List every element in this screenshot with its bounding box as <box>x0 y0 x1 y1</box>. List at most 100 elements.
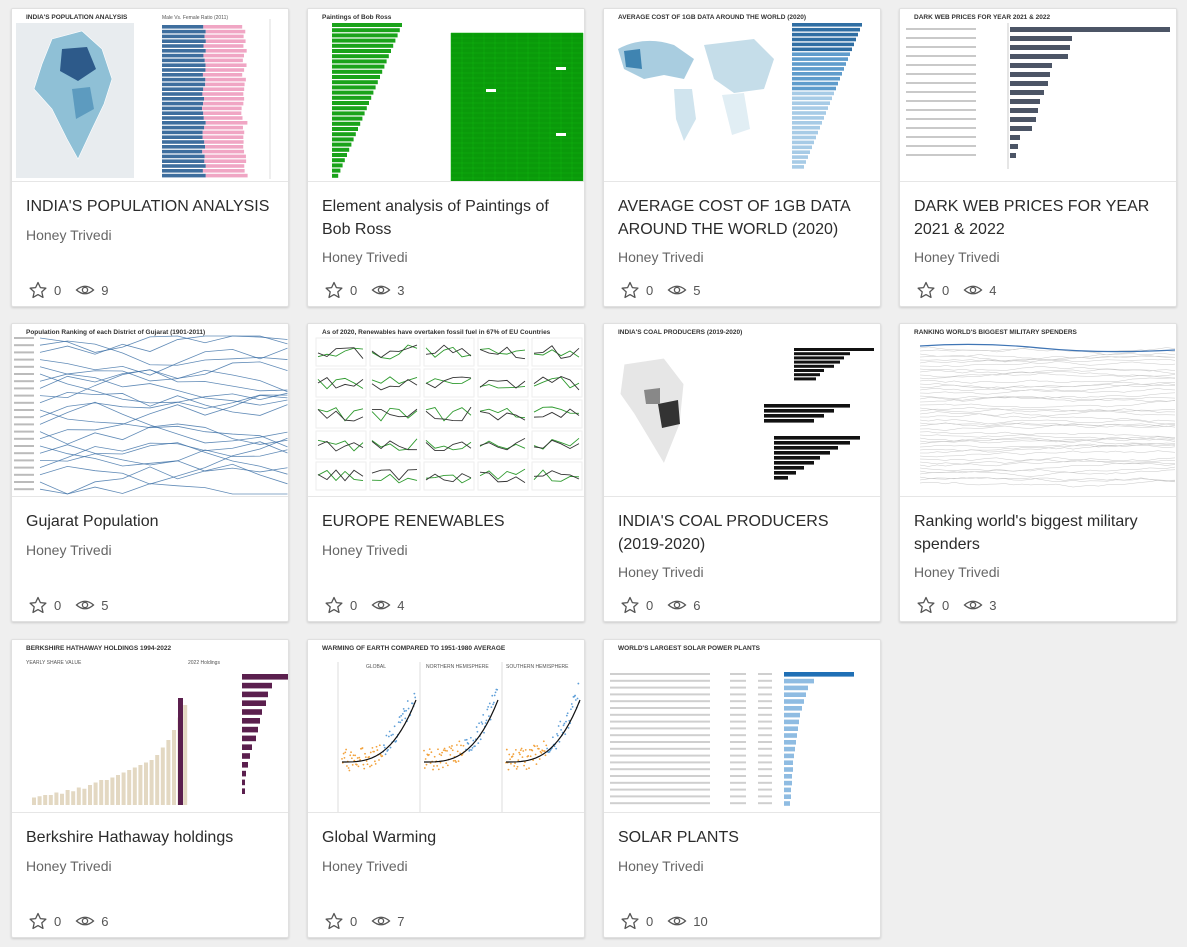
viz-title[interactable]: Ranking world's biggest military spender… <box>914 510 1162 556</box>
star-outline-icon[interactable] <box>620 596 640 614</box>
thumbnail-caption: As of 2020, Renewables have overtaken fo… <box>322 329 551 336</box>
viz-author[interactable]: Honey Trivedi <box>618 564 704 580</box>
viz-card[interactable]: BERKSHIRE HATHAWAY HOLDINGS 1994-2022 YEA… <box>11 639 289 938</box>
viz-author[interactable]: Honey Trivedi <box>618 249 704 265</box>
thumbnail-caption: INDIA'S POPULATION ANALYSIS <box>26 14 128 21</box>
viz-title[interactable]: Gujarat Population <box>26 510 274 533</box>
eye-icon <box>963 596 983 614</box>
thumbnail-caption: AVERAGE COST OF 1GB DATA AROUND THE WORL… <box>618 14 806 21</box>
star-outline-icon[interactable] <box>620 281 640 299</box>
viz-card[interactable]: Paintings of Bob Ross Element analysis of… <box>307 8 585 307</box>
viz-thumbnail[interactable]: As of 2020, Renewables have overtaken fo… <box>308 324 584 497</box>
thumbnail-caption: WARMING OF EARTH COMPARED TO 1951-1980 A… <box>322 645 506 652</box>
favorite-count: 0 <box>646 913 654 929</box>
viz-thumbnail[interactable]: WARMING OF EARTH COMPARED TO 1951-1980 A… <box>308 640 584 813</box>
viz-card[interactable]: As of 2020, Renewables have overtaken fo… <box>307 323 585 622</box>
view-count: 6 <box>101 913 109 929</box>
favorite-count: 0 <box>942 282 950 298</box>
viz-thumbnail[interactable]: RANKING WORLD'S BIGGEST MILITARY SPENDER… <box>900 324 1176 497</box>
viz-thumbnail[interactable]: INDIA'S POPULATION ANALYSIS Male Vs. Fema… <box>12 9 288 182</box>
star-outline-icon[interactable] <box>28 281 48 299</box>
thumbnail-caption: Population Ranking of each District of G… <box>26 329 205 336</box>
view-count: 9 <box>101 282 109 298</box>
star-outline-icon[interactable] <box>324 596 344 614</box>
viz-card[interactable]: INDIA'S POPULATION ANALYSIS Male Vs. Fema… <box>11 8 289 307</box>
eye-icon <box>667 912 687 930</box>
thumbnail-subcaption: GLOBAL <box>366 664 386 670</box>
viz-title[interactable]: INDIA'S COAL PRODUCERS (2019-2020) <box>618 510 866 556</box>
favorite-count: 0 <box>942 597 950 613</box>
viz-card[interactable]: RANKING WORLD'S BIGGEST MILITARY SPENDER… <box>899 323 1177 622</box>
eye-icon <box>75 281 95 299</box>
viz-author[interactable]: Honey Trivedi <box>322 858 408 874</box>
viz-author[interactable]: Honey Trivedi <box>914 564 1000 580</box>
favorite-count: 0 <box>350 597 358 613</box>
viz-card[interactable]: AVERAGE COST OF 1GB DATA AROUND THE WORL… <box>603 8 881 307</box>
viz-thumbnail[interactable]: DARK WEB PRICES FOR YEAR 2021 & 2022 <box>900 9 1176 182</box>
favorite-count: 0 <box>350 282 358 298</box>
thumbnail-subcaption-3: SOUTHERN HEMISPHERE <box>506 664 569 670</box>
viz-title[interactable]: EUROPE RENEWABLES <box>322 510 570 533</box>
view-count: 4 <box>397 597 405 613</box>
star-outline-icon[interactable] <box>324 281 344 299</box>
view-count: 5 <box>693 282 701 298</box>
viz-title[interactable]: DARK WEB PRICES FOR YEAR 2021 & 2022 <box>914 195 1162 241</box>
viz-stats: 04 <box>916 281 1010 299</box>
viz-title[interactable]: INDIA'S POPULATION ANALYSIS <box>26 195 274 218</box>
viz-card[interactable]: WORLD'S LARGEST SOLAR POWER PLANTS SOLAR … <box>603 639 881 938</box>
viz-title[interactable]: AVERAGE COST OF 1GB DATA AROUND THE WORL… <box>618 195 866 241</box>
viz-stats: 09 <box>28 281 122 299</box>
viz-thumbnail[interactable]: Paintings of Bob Ross <box>308 9 584 182</box>
star-outline-icon[interactable] <box>916 596 936 614</box>
viz-title[interactable]: Berkshire Hathaway holdings <box>26 826 274 849</box>
viz-title[interactable]: Global Warming <box>322 826 570 849</box>
favorite-count: 0 <box>646 597 654 613</box>
viz-author[interactable]: Honey Trivedi <box>26 227 112 243</box>
thumbnail-caption: DARK WEB PRICES FOR YEAR 2021 & 2022 <box>914 14 1050 21</box>
viz-card[interactable]: Population Ranking of each District of G… <box>11 323 289 622</box>
viz-card[interactable]: INDIA'S COAL PRODUCERS (2019-2020) INDIA'… <box>603 323 881 622</box>
star-outline-icon[interactable] <box>620 912 640 930</box>
viz-stats: 03 <box>324 281 418 299</box>
viz-author[interactable]: Honey Trivedi <box>322 249 408 265</box>
favorite-count: 0 <box>54 597 62 613</box>
thumbnail-subcaption-2: NORTHERN HEMISPHERE <box>426 664 489 670</box>
viz-author[interactable]: Honey Trivedi <box>914 249 1000 265</box>
eye-icon <box>371 912 391 930</box>
thumbnail-caption: Paintings of Bob Ross <box>322 14 392 21</box>
viz-title[interactable]: Element analysis of Paintings of Bob Ros… <box>322 195 570 241</box>
viz-gallery-grid: INDIA'S POPULATION ANALYSIS Male Vs. Fema… <box>0 0 1187 947</box>
viz-thumbnail[interactable]: BERKSHIRE HATHAWAY HOLDINGS 1994-2022 YEA… <box>12 640 288 813</box>
view-count: 3 <box>989 597 997 613</box>
viz-author[interactable]: Honey Trivedi <box>618 858 704 874</box>
viz-author[interactable]: Honey Trivedi <box>26 858 112 874</box>
viz-thumbnail[interactable]: WORLD'S LARGEST SOLAR POWER PLANTS <box>604 640 880 813</box>
viz-stats: 04 <box>324 596 418 614</box>
thumbnail-subcaption: YEARLY SHARE VALUE <box>26 660 82 666</box>
thumbnail-subcaption: Male Vs. Female Ratio (2011) <box>162 15 228 21</box>
viz-card[interactable]: WARMING OF EARTH COMPARED TO 1951-1980 A… <box>307 639 585 938</box>
viz-thumbnail[interactable]: AVERAGE COST OF 1GB DATA AROUND THE WORL… <box>604 9 880 182</box>
star-outline-icon[interactable] <box>324 912 344 930</box>
eye-icon <box>963 281 983 299</box>
viz-author[interactable]: Honey Trivedi <box>26 542 112 558</box>
viz-card[interactable]: DARK WEB PRICES FOR YEAR 2021 & 2022 DARK… <box>899 8 1177 307</box>
view-count: 7 <box>397 913 405 929</box>
viz-stats: 05 <box>28 596 122 614</box>
viz-author[interactable]: Honey Trivedi <box>322 542 408 558</box>
star-outline-icon[interactable] <box>28 596 48 614</box>
view-count: 4 <box>989 282 997 298</box>
favorite-count: 0 <box>350 913 358 929</box>
viz-thumbnail[interactable]: Population Ranking of each District of G… <box>12 324 288 497</box>
eye-icon <box>371 596 391 614</box>
favorite-count: 0 <box>54 282 62 298</box>
viz-stats: 06 <box>28 912 122 930</box>
thumbnail-caption: INDIA'S COAL PRODUCERS (2019-2020) <box>618 329 742 336</box>
star-outline-icon[interactable] <box>916 281 936 299</box>
viz-title[interactable]: SOLAR PLANTS <box>618 826 866 849</box>
viz-thumbnail[interactable]: INDIA'S COAL PRODUCERS (2019-2020) <box>604 324 880 497</box>
favorite-count: 0 <box>54 913 62 929</box>
star-outline-icon[interactable] <box>28 912 48 930</box>
viz-stats: 0 10 <box>620 912 722 930</box>
eye-icon <box>667 281 687 299</box>
